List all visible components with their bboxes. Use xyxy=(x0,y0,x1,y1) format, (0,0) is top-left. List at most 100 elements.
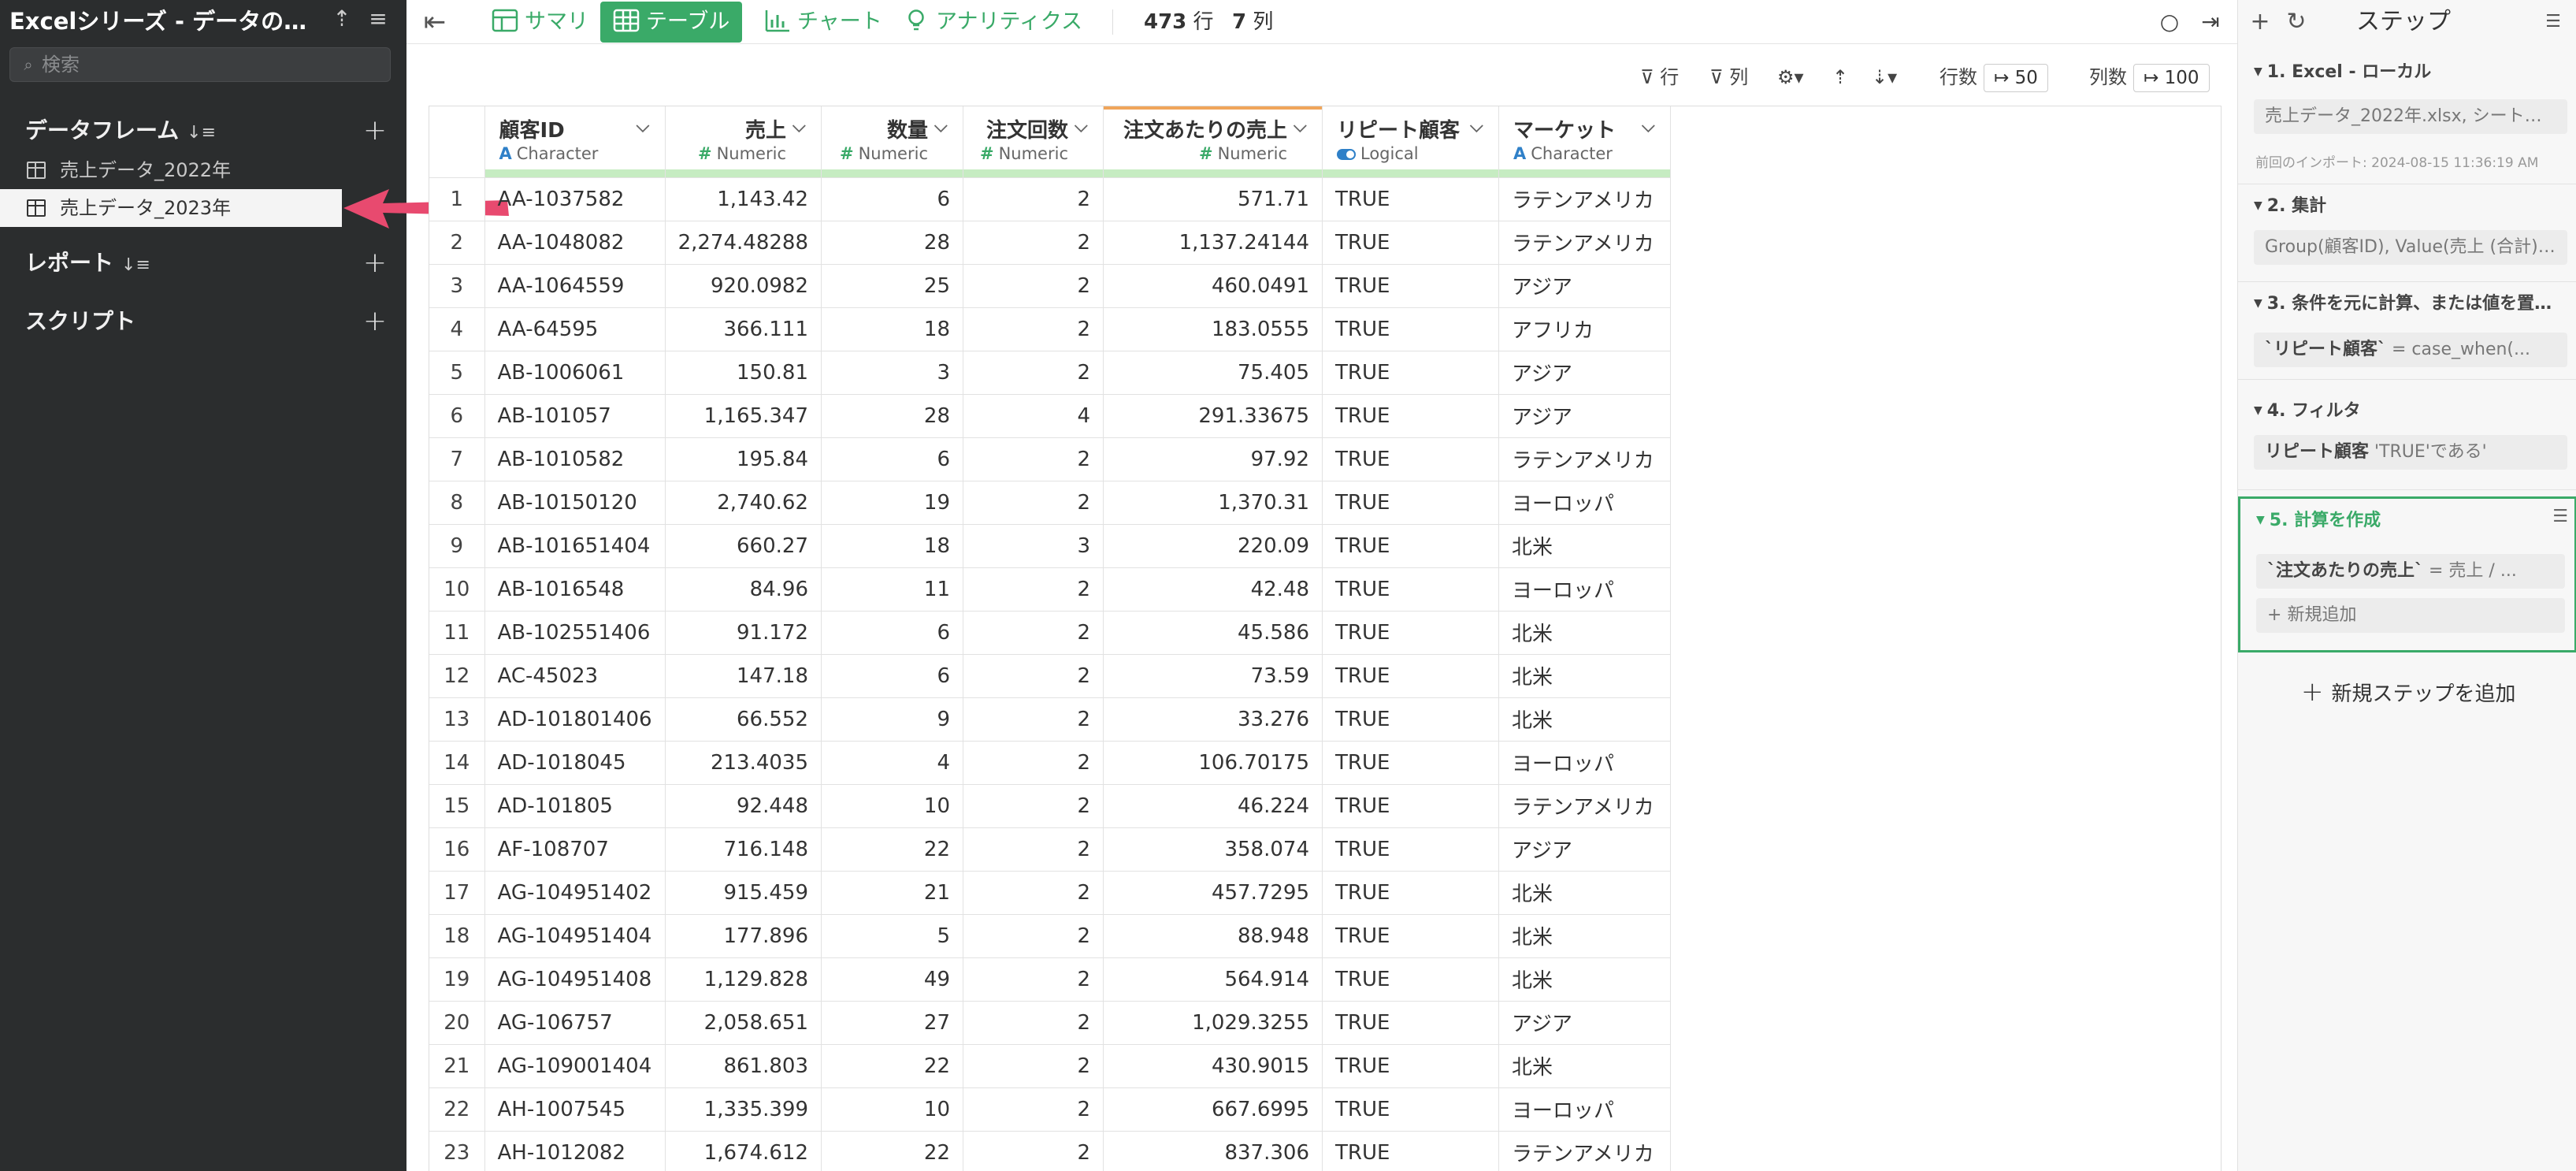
table-cell[interactable]: 2 xyxy=(963,177,1104,221)
table-cell[interactable]: AG-104951404 xyxy=(484,914,666,958)
chevron-down-icon[interactable]: ⌵ xyxy=(1642,117,1661,136)
table-cell[interactable]: TRUE xyxy=(1322,827,1499,872)
table-cell[interactable]: 9 xyxy=(821,697,963,742)
table-cell[interactable]: 430.9015 xyxy=(1103,1044,1323,1088)
table-cell[interactable]: アフリカ xyxy=(1498,307,1671,351)
add-icon[interactable]: + xyxy=(2244,5,2276,39)
refresh-icon[interactable]: ↻ xyxy=(2281,5,2312,39)
expand-right-icon[interactable]: ⇥ xyxy=(2195,6,2226,38)
chevron-down-icon[interactable]: ⌵ xyxy=(637,117,655,136)
table-cell[interactable]: 北米 xyxy=(1498,611,1671,655)
table-cell[interactable]: 45.586 xyxy=(1103,611,1323,655)
table-cell[interactable]: 北米 xyxy=(1498,654,1671,698)
table-cell[interactable]: 2 xyxy=(963,351,1104,395)
tab-analytics[interactable]: アナリティクス xyxy=(890,2,1082,43)
table-cell[interactable]: 2 xyxy=(963,1044,1104,1088)
table-cell[interactable]: AG-104951408 xyxy=(484,957,666,1002)
table-cell[interactable]: 2 xyxy=(963,264,1104,308)
step-2[interactable]: ▼ 2. 集計 Group(顧客ID), Value(売上 (合計),数量 (合計… xyxy=(2238,184,2576,282)
table-cell[interactable]: AB-10150120 xyxy=(484,481,666,525)
table-cell[interactable]: 2 xyxy=(963,567,1104,612)
table-cell[interactable]: TRUE xyxy=(1322,1001,1499,1045)
table-cell[interactable]: TRUE xyxy=(1322,307,1499,351)
table-cell[interactable]: 150.81 xyxy=(665,351,822,395)
table-cell[interactable]: TRUE xyxy=(1322,437,1499,481)
table-cell[interactable]: 457.7295 xyxy=(1103,871,1323,915)
table-cell[interactable]: 2 xyxy=(963,1131,1104,1171)
settings-dropdown[interactable]: ⚙▾ xyxy=(1777,61,1804,93)
table-cell[interactable]: TRUE xyxy=(1322,567,1499,612)
table-cell[interactable]: 28 xyxy=(821,394,963,438)
table-cell[interactable]: 49 xyxy=(821,957,963,1002)
table-cell[interactable]: 22 xyxy=(821,827,963,872)
table-cell[interactable]: 北米 xyxy=(1498,524,1671,568)
search-input[interactable] xyxy=(42,50,380,80)
table-cell[interactable]: 1,029.3255 xyxy=(1103,1001,1323,1045)
table-cell[interactable]: ラテンアメリカ xyxy=(1498,177,1671,221)
table-cell[interactable]: AB-101651404 xyxy=(484,524,666,568)
table-cell[interactable]: 27 xyxy=(821,1001,963,1045)
table-cell[interactable]: 2 xyxy=(963,307,1104,351)
column-filter-button[interactable]: ⊽ 列 xyxy=(1709,61,1748,93)
table-cell[interactable]: 66.552 xyxy=(665,697,822,742)
table-cell[interactable]: 北米 xyxy=(1498,1044,1671,1088)
table-cell[interactable]: 2 xyxy=(963,871,1104,915)
export-button[interactable]: ⇡ xyxy=(1832,61,1848,93)
table-cell[interactable]: 92.448 xyxy=(665,784,822,828)
table-cell[interactable]: AD-1018045 xyxy=(484,741,666,785)
table-cell[interactable]: アジア xyxy=(1498,827,1671,872)
table-cell[interactable]: 915.459 xyxy=(665,871,822,915)
add-step-button[interactable]: + 新規ステップを追加 xyxy=(2301,676,2516,708)
table-cell[interactable]: 46.224 xyxy=(1103,784,1323,828)
table-cell[interactable]: 106.70175 xyxy=(1103,741,1323,785)
table-cell[interactable]: 2 xyxy=(963,221,1104,265)
table-cell[interactable]: 22 xyxy=(821,1131,963,1171)
table-cell[interactable]: 84.96 xyxy=(665,567,822,612)
table-cell[interactable]: 6 xyxy=(821,177,963,221)
table-cell[interactable]: 460.0491 xyxy=(1103,264,1323,308)
table-cell[interactable]: 564.914 xyxy=(1103,957,1323,1002)
tab-chart[interactable]: チャート xyxy=(752,2,882,43)
step-4-summary[interactable]: リピート顧客 'TRUE'である' xyxy=(2254,435,2567,470)
table-cell[interactable]: 2 xyxy=(963,1087,1104,1132)
table-cell[interactable]: 716.148 xyxy=(665,827,822,872)
table-cell[interactable]: AG-106757 xyxy=(484,1001,666,1045)
column-header[interactable]: 顧客ID ⌵ A Character xyxy=(484,106,666,178)
chevron-down-icon[interactable]: ⌵ xyxy=(1470,117,1489,136)
table-cell[interactable]: 195.84 xyxy=(665,437,822,481)
table-cell[interactable]: 2 xyxy=(963,741,1104,785)
table-cell[interactable]: 3 xyxy=(821,351,963,395)
table-cell[interactable]: 2,740.62 xyxy=(665,481,822,525)
table-cell[interactable]: 291.33675 xyxy=(1103,394,1323,438)
table-cell[interactable]: 2 xyxy=(963,697,1104,742)
table-cell[interactable]: 北米 xyxy=(1498,697,1671,742)
table-cell[interactable]: 571.71 xyxy=(1103,177,1323,221)
columns-setting-input[interactable]: ↦ 100 xyxy=(2133,64,2210,92)
chevron-down-icon[interactable]: ⌵ xyxy=(934,117,953,136)
step-4[interactable]: ▼ 4. フィルタ リピート顧客 'TRUE'である' xyxy=(2238,389,2576,490)
settings-sliders-icon[interactable]: ☰ xyxy=(2537,5,2569,39)
table-cell[interactable]: AB-1006061 xyxy=(484,351,666,395)
table-cell[interactable]: 75.405 xyxy=(1103,351,1323,395)
table-cell[interactable]: TRUE xyxy=(1322,1087,1499,1132)
table-cell[interactable]: TRUE xyxy=(1322,611,1499,655)
table-cell[interactable]: AG-104951402 xyxy=(484,871,666,915)
table-cell[interactable]: 1,165.347 xyxy=(665,394,822,438)
sort-icon[interactable]: ↓≡ xyxy=(121,250,150,281)
table-cell[interactable]: 1,129.828 xyxy=(665,957,822,1002)
table-cell[interactable]: TRUE xyxy=(1322,394,1499,438)
column-header[interactable]: 注文あたりの売上 ⌵ # Numeric xyxy=(1103,106,1323,178)
table-cell[interactable]: 1,335.399 xyxy=(665,1087,822,1132)
table-cell[interactable]: 33.276 xyxy=(1103,697,1323,742)
table-cell[interactable]: AB-102551406 xyxy=(484,611,666,655)
table-cell[interactable]: 19 xyxy=(821,481,963,525)
table-cell[interactable]: 11 xyxy=(821,567,963,612)
table-cell[interactable]: 6 xyxy=(821,437,963,481)
column-header[interactable]: 売上 ⌵ # Numeric xyxy=(665,106,822,178)
table-cell[interactable]: TRUE xyxy=(1322,697,1499,742)
table-cell[interactable]: 1,674.612 xyxy=(665,1131,822,1171)
table-cell[interactable]: AD-101805 xyxy=(484,784,666,828)
table-cell[interactable]: 42.48 xyxy=(1103,567,1323,612)
section-reports[interactable]: レポート ↓≡ xyxy=(25,247,150,279)
collapse-left-icon[interactable]: ⇤ xyxy=(419,6,451,38)
